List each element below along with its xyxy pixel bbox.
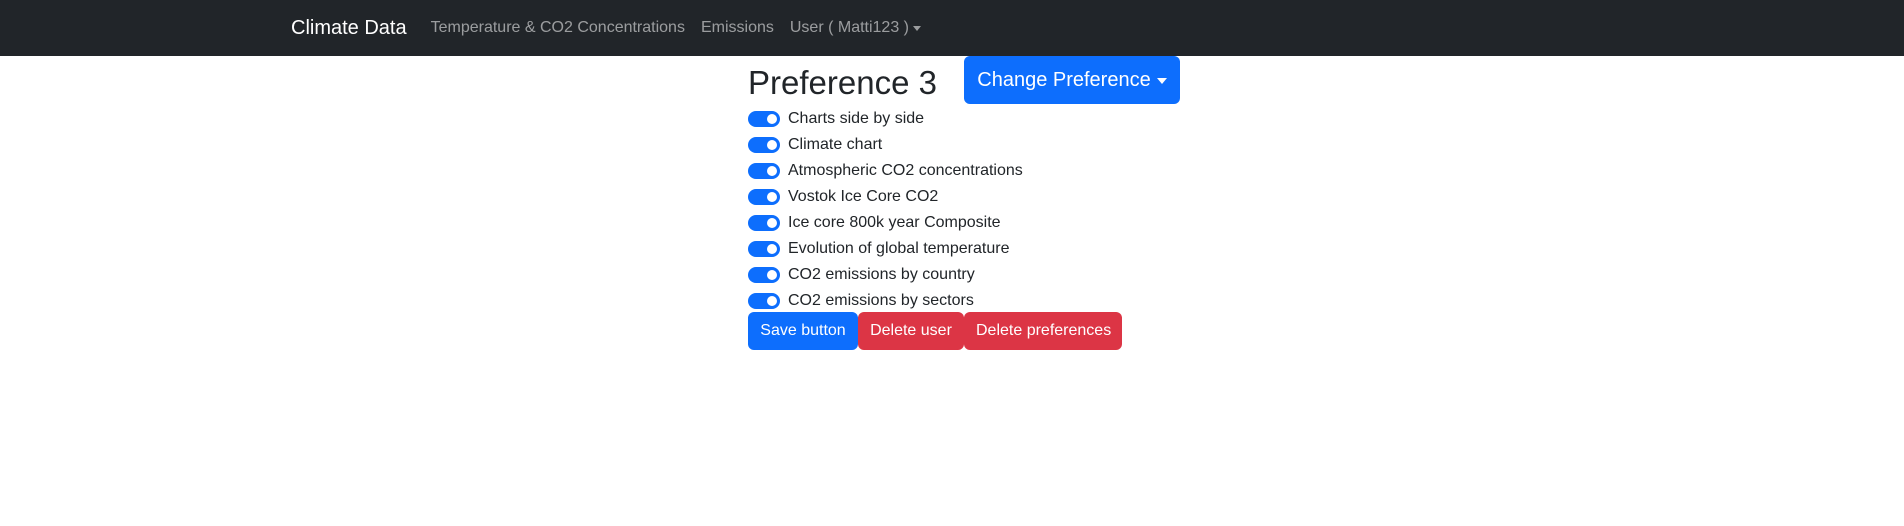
- toggle-label[interactable]: Climate chart: [788, 136, 882, 154]
- ice-core-800k-switch[interactable]: [748, 215, 780, 231]
- switch-knob: [767, 192, 777, 202]
- delete-user-button[interactable]: Delete user: [858, 312, 964, 350]
- chevron-down-icon: [913, 26, 921, 31]
- brand-link[interactable]: Climate Data: [291, 17, 407, 40]
- switch-knob: [767, 244, 777, 254]
- save-button[interactable]: Save button: [748, 312, 858, 350]
- delete-preferences-button[interactable]: Delete preferences: [964, 312, 1122, 350]
- toggle-label[interactable]: Evolution of global temperature: [788, 240, 1009, 258]
- toggle-row-ice-core-800k: Ice core 800k year Composite: [748, 210, 1023, 236]
- toggle-row-emissions-by-country: CO2 emissions by country: [748, 262, 1023, 288]
- toggle-label[interactable]: CO2 emissions by country: [788, 266, 975, 284]
- toggle-label[interactable]: Charts side by side: [788, 110, 924, 128]
- vostok-ice-core-switch[interactable]: [748, 189, 780, 205]
- toggle-label[interactable]: Atmospheric CO2 concentrations: [788, 162, 1023, 180]
- nav-link-temperature-label: Temperature & CO2 Concentrations: [430, 19, 685, 36]
- global-temperature-switch[interactable]: [748, 241, 780, 257]
- nav-link-temperature[interactable]: Temperature & CO2 Concentrations: [431, 19, 685, 37]
- switch-knob: [767, 270, 777, 280]
- navbar-content: Climate Data Temperature & CO2 Concentra…: [291, 0, 937, 56]
- switch-knob: [767, 296, 777, 306]
- toggle-label[interactable]: Ice core 800k year Composite: [788, 214, 1001, 232]
- emissions-by-country-switch[interactable]: [748, 267, 780, 283]
- switch-knob: [767, 114, 777, 124]
- toggle-row-vostok-ice-core: Vostok Ice Core CO2: [748, 184, 1023, 210]
- switch-knob: [767, 166, 777, 176]
- switch-knob: [767, 218, 777, 228]
- chevron-down-icon: [1156, 77, 1167, 84]
- charts-side-by-side-switch[interactable]: [748, 111, 780, 127]
- toggle-label[interactable]: Vostok Ice Core CO2: [788, 188, 938, 206]
- page-title: Preference 3: [748, 64, 937, 101]
- toggle-label[interactable]: CO2 emissions by sectors: [788, 292, 974, 310]
- switch-knob: [767, 140, 777, 150]
- nav-link-emissions-label: Emissions: [700, 19, 774, 36]
- climate-chart-switch[interactable]: [748, 137, 780, 153]
- top-navbar: Climate Data Temperature & CO2 Concentra…: [0, 0, 1904, 56]
- toggle-row-climate-chart: Climate chart: [748, 132, 1023, 158]
- toggle-row-global-temperature: Evolution of global temperature: [748, 236, 1023, 262]
- toggle-row-charts-side-by-side: Charts side by side: [748, 106, 1023, 132]
- toggle-list: Charts side by side Climate chart Atmosp…: [748, 106, 1023, 314]
- atmospheric-co2-switch[interactable]: [748, 163, 780, 179]
- action-buttons: Save button Delete user Delete preferenc…: [748, 312, 1122, 350]
- toggle-row-emissions-by-sectors: CO2 emissions by sectors: [748, 288, 1023, 314]
- emissions-by-sectors-switch[interactable]: [748, 293, 780, 309]
- change-preference-label: Change Preference: [977, 68, 1151, 91]
- user-dropdown[interactable]: User ( Matti123 ): [790, 19, 921, 37]
- nav-link-emissions[interactable]: Emissions: [701, 19, 774, 37]
- user-dropdown-label: User ( Matti123 ): [789, 19, 909, 36]
- toggle-row-atmospheric-co2: Atmospheric CO2 concentrations: [748, 158, 1023, 184]
- change-preference-button[interactable]: Change Preference: [964, 56, 1180, 104]
